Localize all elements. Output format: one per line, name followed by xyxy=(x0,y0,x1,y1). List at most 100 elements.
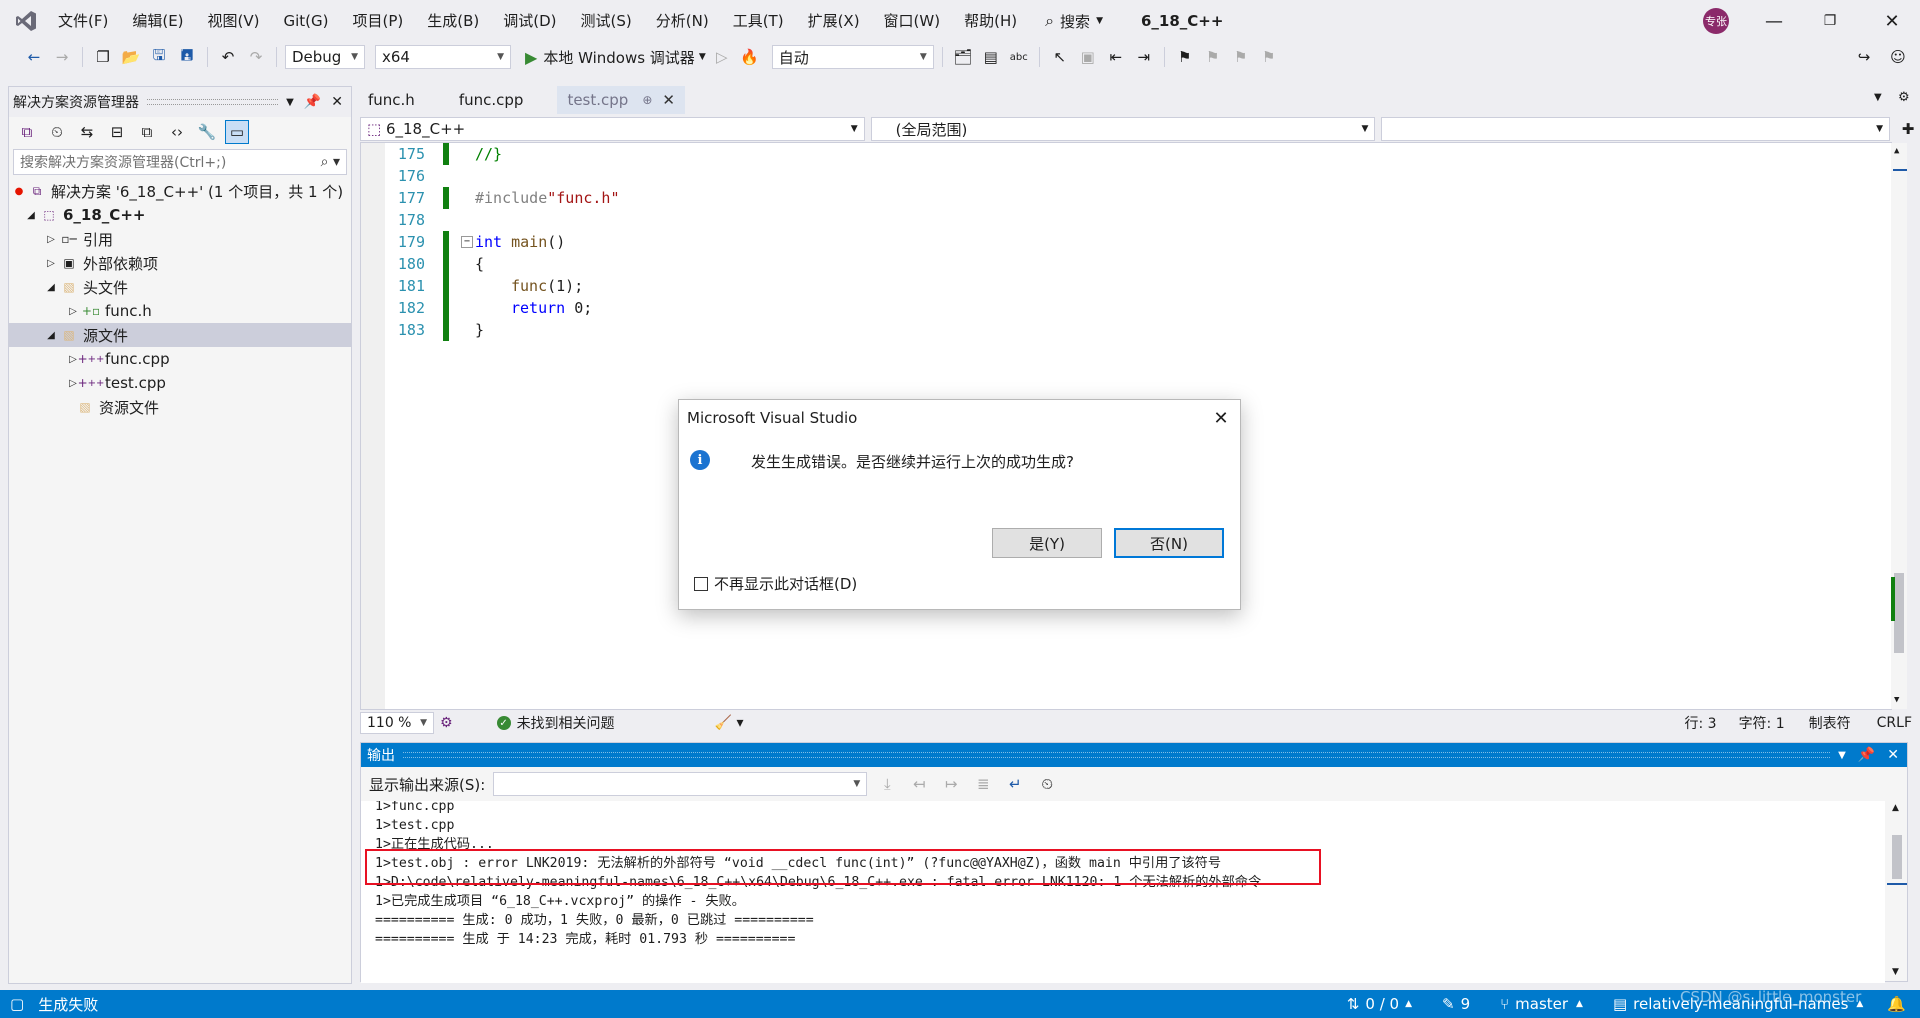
dont-show-again-checkbox[interactable]: 不再显示此对话框(D) xyxy=(694,573,857,594)
scroll-up-arrow-icon[interactable]: ▲ xyxy=(1894,146,1899,156)
editor-vertical-scrollbar[interactable]: ▲ ▼ xyxy=(1891,143,1907,709)
tree-item-func-h[interactable]: ▷ +▫ func.h xyxy=(9,299,351,323)
menu-debug[interactable]: 调试(D) xyxy=(491,0,568,42)
close-icon[interactable]: ✕ xyxy=(331,94,343,110)
undo-icon[interactable]: ↶ xyxy=(216,45,240,69)
menu-extensions[interactable]: 扩展(X) xyxy=(796,0,872,42)
sync-icon[interactable]: ⇆ xyxy=(75,120,99,144)
close-window-icon[interactable]: ✕ xyxy=(1864,0,1920,42)
drag-handle[interactable] xyxy=(147,99,279,105)
start-without-debugging-icon[interactable]: ▷ xyxy=(710,45,734,69)
scroll-thumb[interactable] xyxy=(1894,573,1904,653)
chevron-up-icon[interactable]: ▲ xyxy=(1576,999,1583,1009)
pin-icon[interactable]: 📌 xyxy=(1858,747,1875,763)
switch-views-icon[interactable]: ⧉ xyxy=(15,120,39,144)
chevron-up-icon[interactable]: ▲ xyxy=(1405,999,1412,1009)
line-endings[interactable]: CRLF xyxy=(1877,715,1912,731)
collapse-arrow-icon[interactable]: ▷ xyxy=(65,306,81,317)
output-text[interactable]: 1>func.cpp 1>test.cpp 1>正在生成代码... 1>test… xyxy=(361,801,1885,983)
scope-dropdown[interactable]: (全局范围) ▼ xyxy=(870,117,1376,141)
indent-mode[interactable]: 制表符 xyxy=(1809,713,1851,733)
save-icon[interactable]: 🖫 xyxy=(147,45,171,69)
redo-icon[interactable]: ↷ xyxy=(244,45,268,69)
tab-list-dropdown-icon[interactable]: ▼ xyxy=(1874,92,1882,103)
output-source-dropdown[interactable]: ▼ xyxy=(493,772,868,796)
word-wrap-icon[interactable]: ↵ xyxy=(1003,772,1027,796)
output-vertical-scrollbar[interactable]: ▲ ▼ xyxy=(1887,801,1907,981)
timestamp-clock-icon[interactable]: ⏲ xyxy=(1035,772,1059,796)
search-box[interactable]: ⌕ 搜索 ▼ xyxy=(1035,6,1113,36)
menu-test[interactable]: 测试(S) xyxy=(569,0,644,42)
open-file-icon[interactable]: 📂 xyxy=(119,45,143,69)
preview-icon[interactable]: ▭ xyxy=(225,120,249,144)
indent-icon[interactable]: ⇥ xyxy=(1132,45,1156,69)
menu-analyze[interactable]: 分析(N) xyxy=(644,0,721,42)
build-status[interactable]: 生成失败 xyxy=(38,994,98,1015)
menu-project[interactable]: 项目(P) xyxy=(341,0,416,42)
expand-arrow-icon[interactable]: ◢ xyxy=(43,282,59,293)
mode-dropdown[interactable]: 自动 ▼ xyxy=(771,45,934,69)
tree-item-resource-files[interactable]: ▧ 资源文件 xyxy=(9,395,351,419)
cursor-col[interactable]: 字符: 1 xyxy=(1739,713,1785,733)
tree-item-references[interactable]: ▷ ▫─ 引用 xyxy=(9,227,351,251)
tree-item-source-files[interactable]: ◢ ▧ 源文件 xyxy=(9,323,351,347)
scroll-thumb[interactable] xyxy=(1892,835,1902,879)
tree-item-func-cpp[interactable]: ▷ + ++ func.cpp xyxy=(9,347,351,371)
avatar[interactable]: 专张 xyxy=(1703,8,1729,34)
collapse-all-icon[interactable]: ⊟ xyxy=(105,120,129,144)
outdent-icon[interactable]: ⇤ xyxy=(1104,45,1128,69)
next-bookmark-icon[interactable]: ⚑ xyxy=(1229,45,1253,69)
scroll-down-arrow-icon[interactable]: ▼ xyxy=(1892,967,1899,977)
new-project-icon[interactable]: ❐ xyxy=(91,45,115,69)
hot-reload-icon[interactable]: 🔥 xyxy=(738,45,762,69)
tree-item-test-cpp[interactable]: ▷ + ++ test.cpp xyxy=(9,371,351,395)
menu-tools[interactable]: 工具(T) xyxy=(721,0,796,42)
expand-arrow-icon[interactable]: ◢ xyxy=(43,330,59,341)
no-button[interactable]: 否(N) xyxy=(1114,528,1224,558)
snapshot-icon[interactable]: ▣ xyxy=(1076,45,1100,69)
tree-item-external-dependencies[interactable]: ▷ ▣ 外部依赖项 xyxy=(9,251,351,275)
pin-icon[interactable]: 📌 xyxy=(304,94,321,110)
find-in-files-icon[interactable]: 🗂 xyxy=(951,45,975,69)
restore-icon[interactable]: ❐ xyxy=(1802,0,1858,42)
code-view-icon[interactable]: ‹› xyxy=(165,120,189,144)
show-all-files-icon[interactable]: ⧉ xyxy=(135,120,159,144)
start-debugging-button[interactable]: ▶ 本地 Windows 调试器 ▼ xyxy=(525,47,706,68)
checkbox-box[interactable] xyxy=(694,576,708,591)
branch-name[interactable]: master xyxy=(1515,995,1568,1013)
prev-message-icon[interactable]: ↤ xyxy=(907,772,931,796)
project-dropdown[interactable]: ⬚ 6_18_C++ ▼ xyxy=(360,117,865,141)
platform-dropdown[interactable]: x64 ▼ xyxy=(375,45,511,69)
history-icon[interactable]: ⏲ xyxy=(45,120,69,144)
cursor-row[interactable]: 行: 3 xyxy=(1684,713,1716,733)
collapse-arrow-icon[interactable]: ▷ xyxy=(43,234,59,245)
scroll-down-arrow-icon[interactable]: ▼ xyxy=(1894,695,1899,705)
menu-file[interactable]: 文件(F) xyxy=(46,0,120,42)
pending-changes[interactable]: 9 xyxy=(1461,995,1471,1013)
next-message-icon[interactable]: ↦ xyxy=(939,772,963,796)
find-message-icon[interactable]: ⤓ xyxy=(875,772,899,796)
sync-count[interactable]: 0 / 0 xyxy=(1365,995,1399,1013)
tree-item-project[interactable]: ◢ ⬚ 6_18_C++ xyxy=(9,203,351,227)
save-all-icon[interactable]: 🖪 xyxy=(175,45,199,69)
chevron-down-icon[interactable]: ▼ xyxy=(286,97,294,108)
zoom-dropdown[interactable]: 110 % ▼ xyxy=(360,712,434,734)
issues-status[interactable]: 未找到相关问题 xyxy=(517,713,615,733)
code-cleanup-icon[interactable]: 🧹 ▾ xyxy=(715,715,744,731)
layout-icon[interactable]: ▤ xyxy=(979,45,1003,69)
bookmark-icon[interactable]: ⚑ xyxy=(1173,45,1197,69)
tab-func-cpp[interactable]: func.cpp xyxy=(449,86,534,114)
select-element-icon[interactable]: ↖ xyxy=(1048,45,1072,69)
pin-icon[interactable]: ⊕ xyxy=(642,93,652,107)
settings-gear-icon[interactable]: ⚙ xyxy=(1898,90,1910,105)
menu-edit[interactable]: 编辑(E) xyxy=(120,0,195,42)
tab-func-h[interactable]: func.h xyxy=(358,86,425,114)
close-icon[interactable]: ✕ xyxy=(1204,403,1238,433)
back-icon[interactable]: ← xyxy=(22,45,46,69)
minimize-icon[interactable]: — xyxy=(1746,0,1802,42)
expand-arrow-icon[interactable]: ◢ xyxy=(23,210,39,221)
menu-git[interactable]: Git(G) xyxy=(272,0,341,42)
clear-bookmarks-icon[interactable]: ⚑ xyxy=(1257,45,1281,69)
collapse-box-icon[interactable]: − xyxy=(461,236,473,248)
live-share-icon[interactable]: ↪ xyxy=(1852,45,1876,69)
